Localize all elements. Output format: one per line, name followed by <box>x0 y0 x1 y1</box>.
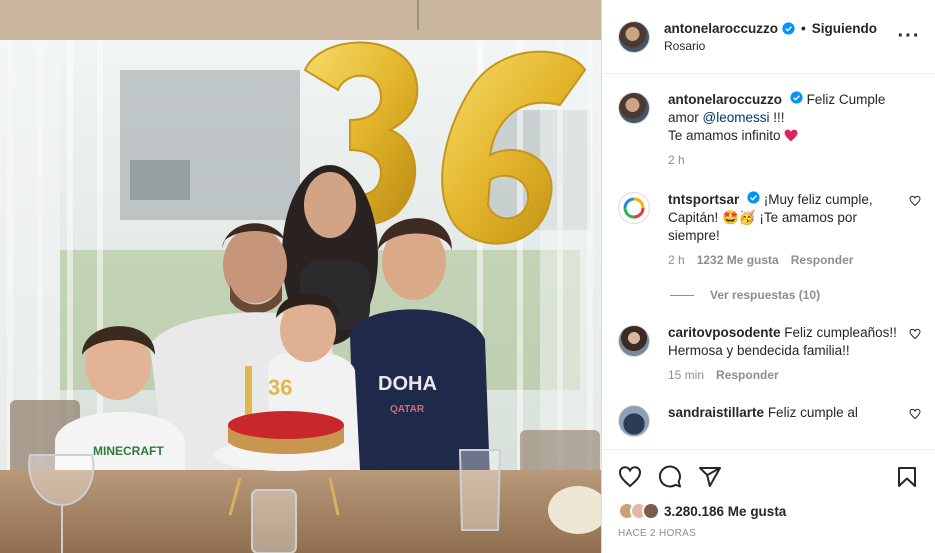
likes-count[interactable]: 3.280.186 Me gusta <box>664 504 786 519</box>
comment-time: 15 min <box>668 368 705 382</box>
avatar[interactable] <box>618 325 650 357</box>
post-photo-illustration: 36 DOHA QATAR MINECRAFT 36 <box>0 0 601 553</box>
like-comment-heart-icon[interactable] <box>909 195 921 207</box>
caption-exclaim: !!! <box>773 110 785 125</box>
comment-icon[interactable] <box>658 465 682 489</box>
comment-text: Feliz cumple al <box>767 405 858 420</box>
post-actions: 3.280.186 Me gusta HACE 2 HORAS <box>602 449 935 539</box>
caption: antonelaroccuzzo Feliz Cumple amor @leom… <box>618 91 921 167</box>
avatar[interactable] <box>618 20 650 53</box>
header-username[interactable]: antonelaroccuzzo <box>664 21 778 36</box>
post-timestamp: HACE 2 HORAS <box>618 528 697 539</box>
avatar[interactable] <box>618 192 650 224</box>
caption-username[interactable]: antonelaroccuzzo <box>668 92 782 107</box>
reply-button[interactable]: Responder <box>716 368 779 382</box>
verified-icon <box>790 91 803 104</box>
share-icon[interactable] <box>698 465 722 489</box>
avatar[interactable] <box>618 405 650 437</box>
post-photo[interactable]: 36 DOHA QATAR MINECRAFT 36 <box>0 0 601 553</box>
view-replies-label: Ver respuestas (10) <box>710 288 821 302</box>
cake-topper: 36 <box>268 375 292 400</box>
shirt-text-left: MINECRAFT <box>93 444 164 458</box>
likes-summary[interactable]: 3.280.186 Me gusta <box>618 502 921 520</box>
view-replies-button[interactable]: Ver respuestas (10) <box>670 288 921 302</box>
post-header: antonelaroccuzzo • Siguiendo Rosario ··· <box>602 0 935 74</box>
comment-item: caritovposodente Feliz cumpleaños!! Herm… <box>618 324 921 382</box>
like-comment-heart-icon[interactable] <box>909 328 921 340</box>
comment-item: tntsportsar ¡Muy feliz cumple, Capitán! … <box>618 191 921 267</box>
shirt-subtext-right: QATAR <box>390 404 425 415</box>
verified-icon <box>782 21 795 35</box>
red-heart-emoji-icon <box>784 129 798 142</box>
caption-line2: Te amamos infinito <box>668 128 781 143</box>
reply-button[interactable]: Responder <box>791 253 854 267</box>
location-link[interactable]: Rosario <box>664 39 897 53</box>
post-sidebar: antonelaroccuzzo • Siguiendo Rosario ···… <box>601 0 935 553</box>
save-bookmark-icon[interactable] <box>895 465 919 489</box>
mention-link[interactable]: @leomessi <box>703 110 770 125</box>
comment-likes[interactable]: 1232 Me gusta <box>697 253 779 267</box>
tnt-logo-icon <box>623 197 645 219</box>
following-button[interactable]: Siguiendo <box>812 21 877 36</box>
like-comment-heart-icon[interactable] <box>909 408 921 420</box>
caption-time: 2 h <box>668 153 685 167</box>
comment-time: 2 h <box>668 253 685 267</box>
like-heart-icon[interactable] <box>618 465 642 489</box>
more-options-icon[interactable]: ··· <box>897 25 921 48</box>
replies-divider <box>670 294 694 296</box>
separator-dot: • <box>801 20 806 36</box>
comments-list[interactable]: antonelaroccuzzo Feliz Cumple amor @leom… <box>602 75 935 449</box>
comment-username[interactable]: caritovposodente <box>668 325 781 340</box>
comment-username[interactable]: tntsportsar <box>668 192 739 207</box>
comment-username[interactable]: sandraistillarte <box>668 405 764 420</box>
liker-avatars <box>618 502 660 520</box>
avatar[interactable] <box>618 92 650 124</box>
shirt-text-right: DOHA <box>378 373 437 395</box>
verified-icon <box>747 191 760 204</box>
comment-item: sandraistillarte Feliz cumple al <box>618 404 921 437</box>
